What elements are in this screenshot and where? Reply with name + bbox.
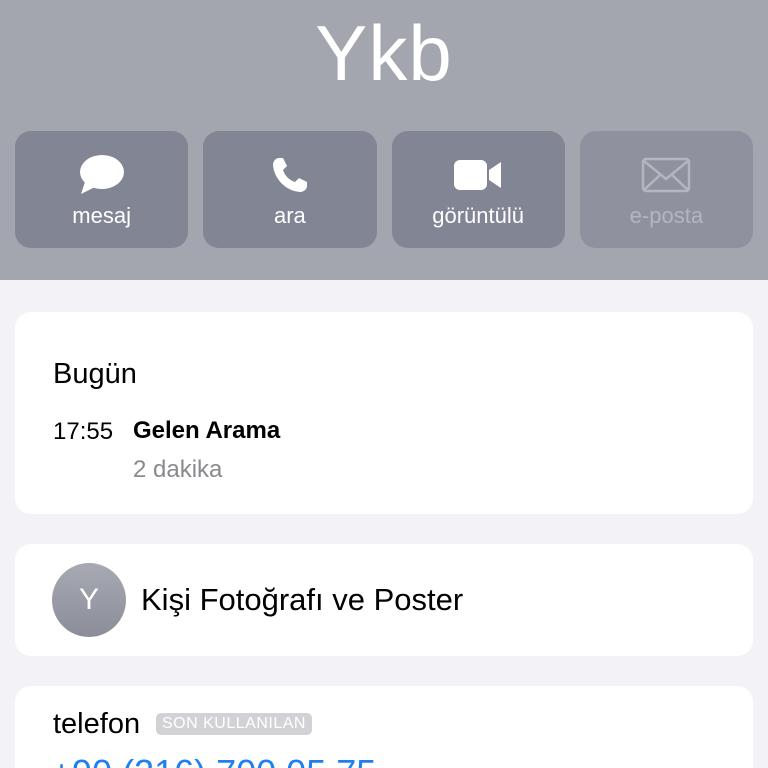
contact-name: Ykb [315, 9, 453, 97]
call-history-card: Bugün 17:55 Gelen Arama 2 dakika [15, 312, 753, 514]
envelope-icon [641, 153, 691, 197]
video-call-button-label: görüntülü [432, 203, 524, 228]
quick-actions: mesaj ara görüntülü e-posta [15, 131, 753, 248]
history-time: 17:55 [53, 418, 114, 445]
phone-card: telefon SON KULLANILAN +90 (216) 700 05 … [15, 686, 753, 768]
message-button-label: mesaj [72, 203, 131, 228]
message-bubble-icon [78, 153, 126, 197]
email-button[interactable]: e-posta [579, 131, 753, 248]
video-camera-icon [453, 153, 503, 197]
history-duration: 2 dakika [133, 456, 223, 483]
phone-number-link[interactable]: +90 (216) 700 05 75 [51, 752, 376, 768]
video-call-button[interactable]: görüntülü [391, 131, 565, 248]
avatar: Y [52, 563, 126, 637]
contact-header: Ykb mesaj ara görüntülü e-posta [0, 0, 768, 280]
message-button[interactable]: mesaj [15, 131, 189, 248]
history-call-type: Gelen Arama [133, 417, 281, 444]
phone-label: telefon [53, 708, 141, 740]
call-button[interactable]: ara [203, 131, 377, 248]
history-date: Bugün [53, 358, 137, 390]
contact-photo-poster-row[interactable]: Y Kişi Fotoğrafı ve Poster [15, 544, 753, 656]
phone-icon [270, 153, 310, 197]
email-button-label: e-posta [629, 203, 704, 228]
call-button-label: ara [273, 203, 306, 228]
contact-photo-poster-label: Kişi Fotoğrafı ve Poster [141, 582, 464, 617]
recent-badge: SON KULLANILAN [156, 713, 312, 735]
